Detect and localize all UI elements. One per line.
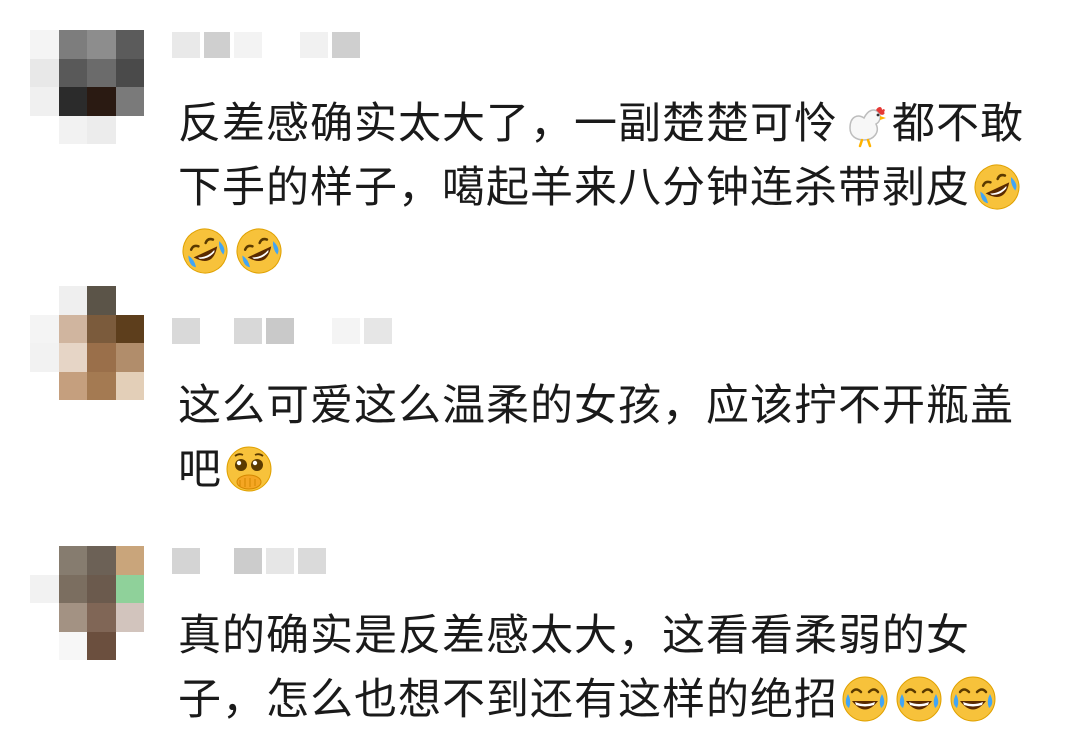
rolling-laughing-icon [234,226,284,276]
rolling-laughing-icon [972,162,1022,212]
tears-of-joy-icon [840,674,890,724]
tears-of-joy-icon [894,674,944,724]
pleading-covering-mouth-icon [224,444,274,494]
comment-text-segment: 这么可爱这么温柔的女孩，应该拧不开瓶盖吧 [178,381,1014,495]
chicken-icon [840,98,890,148]
tears-of-joy-icon [948,674,998,724]
avatar[interactable] [30,286,144,400]
username[interactable] [172,548,326,574]
username[interactable] [172,318,392,344]
comment-text: 反差感确实太大了，一副楚楚可怜 都不敢下手的样子，噶起羊来八分钟连杀带剥皮 [178,92,1038,284]
avatar[interactable] [30,546,144,660]
rolling-laughing-icon [180,226,230,276]
comment-text-segment: 反差感确实太大了，一副楚楚可怜 [178,99,838,149]
comment-text: 真的确实是反差感太大，这看看柔弱的女子，怎么也想不到还有这样的绝招 [178,604,1038,732]
comment-text: 这么可爱这么温柔的女孩，应该拧不开瓶盖吧 [178,374,1038,502]
avatar[interactable] [30,30,144,144]
username[interactable] [172,32,360,58]
